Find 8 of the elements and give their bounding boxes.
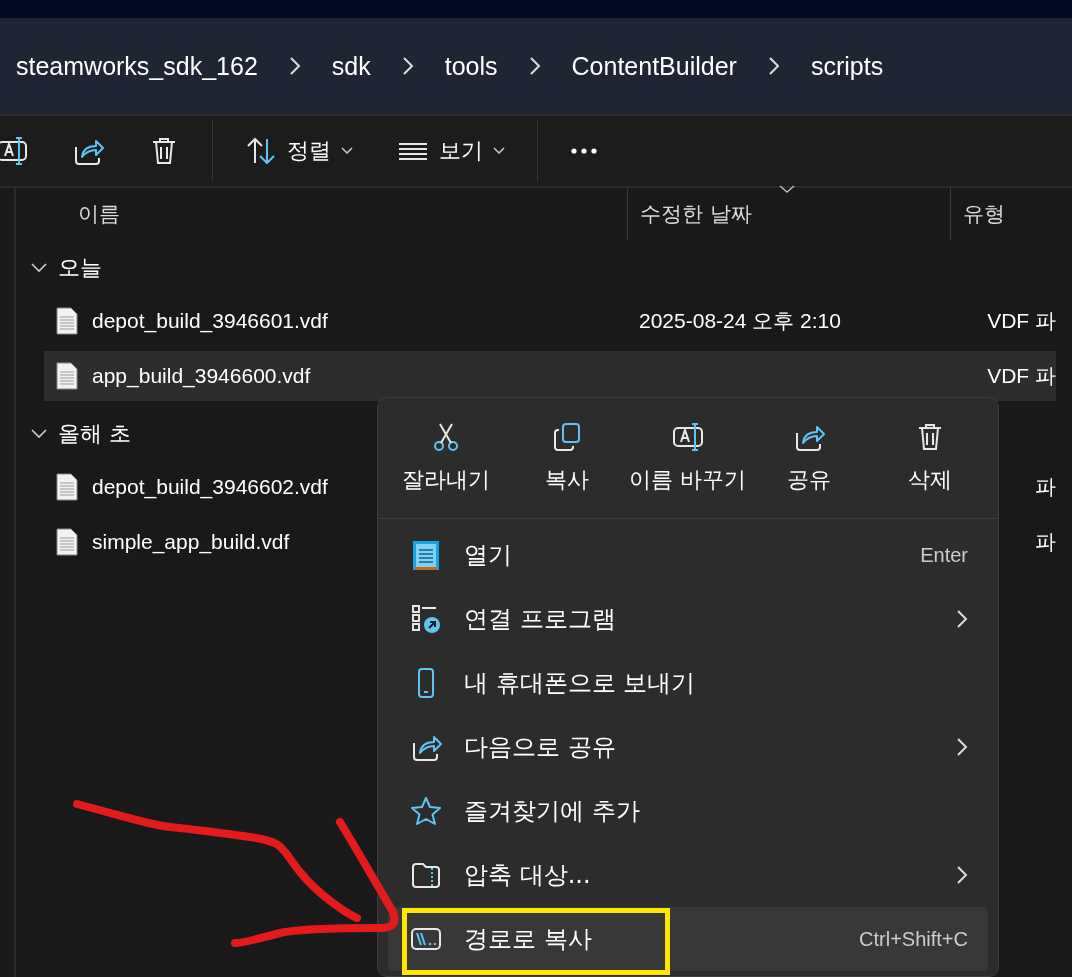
type-text: VDF 파 bbox=[986, 363, 1056, 389]
type-text: 파 bbox=[1034, 474, 1056, 500]
date-text: 2025-08-24 오후 2:10 bbox=[638, 308, 842, 334]
file-name: depot_build_3946602.vdf bbox=[92, 475, 328, 498]
file-name: app_build_3946600.vdf bbox=[92, 364, 311, 387]
file-name: depot_build_3946601.vdf bbox=[92, 309, 328, 332]
file-name: simple_app_build.vdf bbox=[92, 530, 290, 553]
type-text: VDF 파 bbox=[986, 308, 1056, 334]
